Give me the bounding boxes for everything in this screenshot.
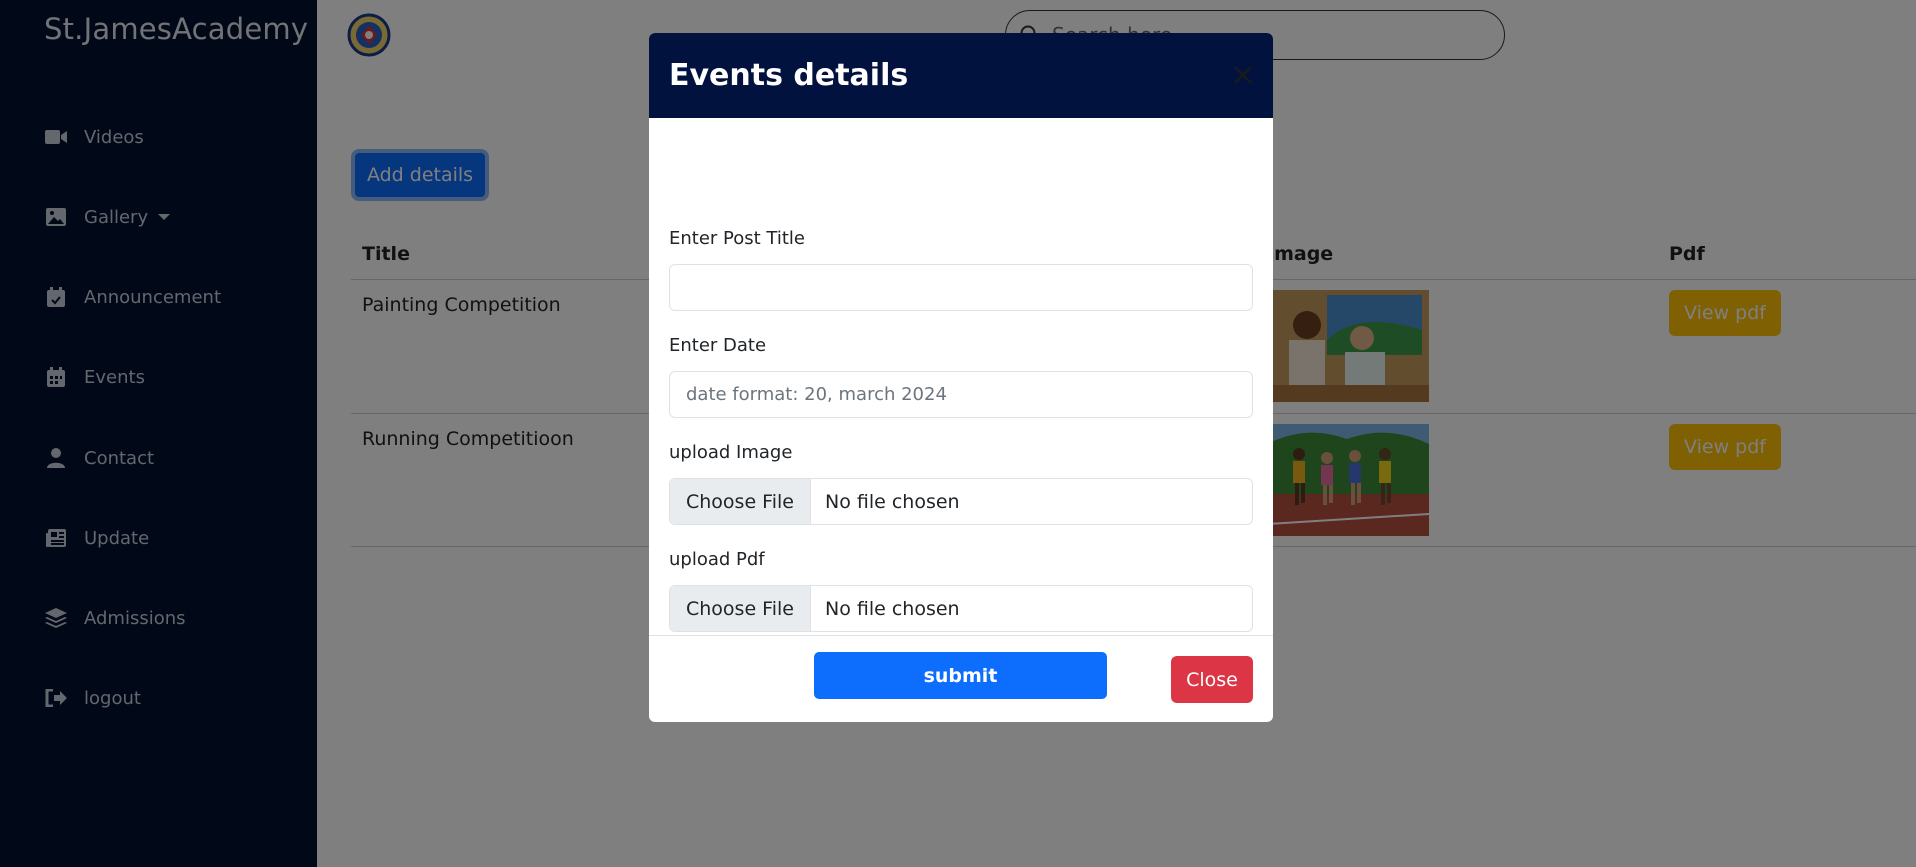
close-button[interactable]: Close [1171,656,1253,703]
date-label: Enter Date [669,335,767,356]
file-status: No file chosen [824,597,960,620]
upload-image-label: upload Image [669,442,793,463]
image-file-input[interactable]: Choose File No file chosen [669,478,1253,525]
modal-footer: Close [649,635,1273,722]
modal-header: Events details [649,33,1273,118]
events-details-modal: Events details Enter Post Title Enter Da… [649,33,1273,722]
post-title-label: Enter Post Title [669,228,805,249]
modal-body: Enter Post Title Enter Date date format:… [649,118,1273,699]
date-input[interactable]: date format: 20, march 2024 [669,371,1253,418]
post-title-input[interactable] [669,264,1253,311]
close-icon[interactable] [1229,61,1257,89]
modal-title: Events details [669,58,909,93]
choose-file-button[interactable]: Choose File [670,479,811,524]
file-status: No file chosen [824,490,960,513]
pdf-file-input[interactable]: Choose File No file chosen [669,585,1253,632]
choose-file-button[interactable]: Choose File [670,586,811,631]
upload-pdf-label: upload Pdf [669,549,765,570]
